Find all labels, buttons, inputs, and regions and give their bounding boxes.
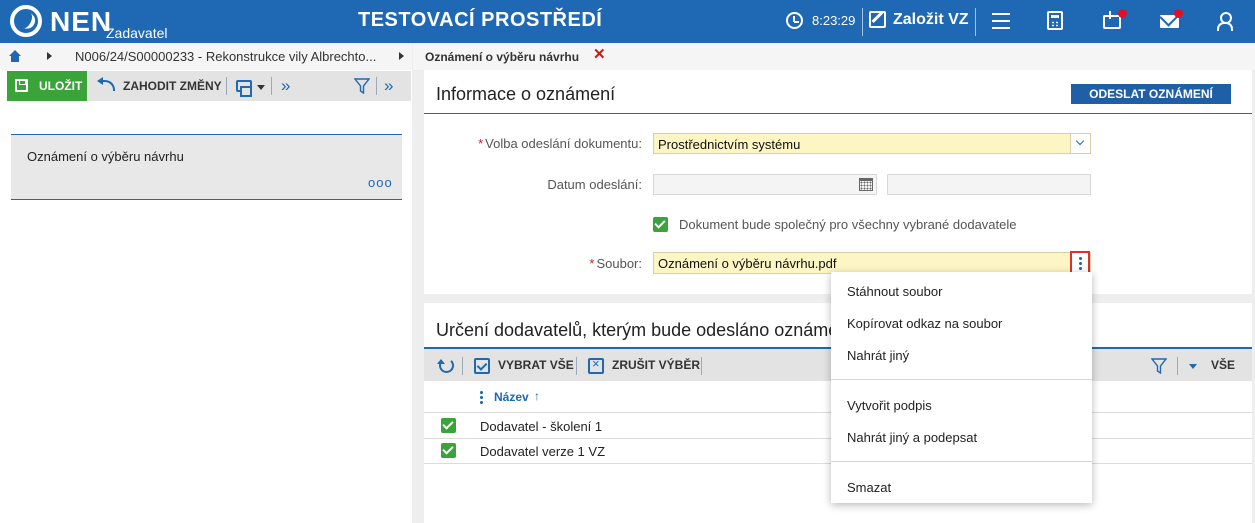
discard-changes-button[interactable]: ZAHODIT ZMĚNY [123, 79, 222, 93]
user-icon[interactable] [1216, 12, 1234, 31]
toolbar-divider [701, 357, 702, 375]
send-time-input[interactable] [887, 174, 1091, 195]
divider [424, 113, 1252, 114]
print-icon[interactable] [236, 80, 252, 97]
send-notification-button[interactable]: ODESLAT OZNÁMENÍ [1071, 84, 1231, 104]
filter-icon[interactable] [1151, 358, 1167, 374]
select-all-icon[interactable] [474, 358, 490, 374]
deselect-icon[interactable] [588, 356, 604, 374]
row-checkbox[interactable] [441, 418, 456, 433]
calendar-icon[interactable] [859, 178, 873, 191]
list-item[interactable]: Oznámení o výběru návrhu ooo [11, 134, 402, 200]
chevron-right-icon [47, 52, 52, 60]
supplier-name: Dodavatel - školení 1 [480, 419, 603, 434]
breadcrumb: N006/24/S00000233 - Rekonstrukce vily Al… [0, 43, 412, 70]
calculator-icon[interactable] [1047, 11, 1063, 30]
menu-divider [831, 379, 1092, 380]
menu-item-copy-file-link[interactable]: Kopírovat odkaz na soubor [847, 316, 1002, 331]
close-icon[interactable]: ✕ [593, 47, 606, 62]
inbox-icon[interactable] [1103, 11, 1121, 29]
refresh-icon[interactable] [437, 358, 454, 373]
filter-icon[interactable] [354, 78, 370, 94]
panel-title: Informace o oznámení [436, 84, 616, 104]
file-input[interactable]: Oznámení o výběru návrhu.pdf [653, 252, 1091, 274]
file-name: Oznámení o výběru návrhu.pdf [658, 256, 837, 271]
tab-bar: Oznámení o výběru návrhu ✕ [413, 43, 1255, 70]
left-panel: N006/24/S00000233 - Rekonstrukce vily Al… [0, 43, 412, 523]
environment-title: TESTOVACÍ PROSTŘEDÍ [358, 9, 603, 31]
more-icon[interactable]: ooo [368, 175, 393, 190]
column-header-name[interactable]: Název [494, 390, 529, 404]
send-method-label: * Volba odeslání dokumentu: [478, 136, 642, 151]
caret-down-icon[interactable] [1189, 364, 1197, 369]
menu-item-delete[interactable]: Smazat [847, 480, 891, 495]
send-method-value: Prostřednictvím systému [658, 137, 801, 152]
toolbar-divider [462, 357, 463, 375]
save-button-label: ULOŽIT [39, 79, 83, 93]
menu-item-upload-another[interactable]: Nahrát jiný [847, 348, 909, 363]
tab-oznameni[interactable]: Oznámení o výběru návrhu [425, 50, 579, 64]
toolbar-divider [226, 77, 227, 95]
supplier-name: Dodavatel verze 1 VZ [480, 444, 606, 459]
row-checkbox[interactable] [441, 443, 456, 458]
file-label: * Soubor: [589, 256, 642, 271]
top-bar: NEN Zadavatel TESTOVACÍ PROSTŘEDÍ 8:23:2… [0, 0, 1255, 43]
double-chevron-right-icon[interactable]: » [281, 77, 290, 94]
send-date-input[interactable] [653, 174, 877, 195]
common-document-label: Dokument bude společný pro všechny vybra… [679, 217, 1017, 232]
list-item-title: Oznámení o výběru návrhu [27, 149, 184, 164]
sort-ascending-icon[interactable]: ↑ [534, 389, 540, 403]
send-date-label: Datum odeslání: [547, 177, 642, 192]
topbar-divider [862, 8, 863, 36]
toolbar-divider [376, 77, 377, 95]
select-all-button[interactable]: VYBRAT VŠE [498, 358, 574, 372]
home-icon[interactable] [8, 50, 21, 62]
create-vz-button[interactable]: Založit VZ [893, 11, 969, 29]
topbar-divider [975, 8, 976, 36]
chevron-down-icon[interactable] [1070, 134, 1090, 153]
view-all-button[interactable]: VŠE [1211, 358, 1235, 372]
toolbar-divider [576, 357, 577, 375]
edit-icon[interactable] [869, 11, 886, 28]
chevron-right-icon[interactable] [399, 52, 404, 60]
session-clock: 8:23:29 [812, 13, 856, 28]
logo-text[interactable]: NEN [50, 6, 112, 38]
column-menu-icon[interactable] [480, 390, 483, 404]
file-context-menu: Stáhnout soubor Kopírovat odkaz na soubo… [831, 272, 1092, 503]
save-icon [15, 79, 28, 92]
send-method-select[interactable]: Prostřednictvím systému [653, 133, 1091, 154]
caret-down-icon[interactable] [257, 85, 265, 90]
double-chevron-right-icon[interactable]: » [384, 77, 393, 94]
info-panel: Informace o oznámení ODESLAT OZNÁMENÍ * V… [424, 70, 1252, 294]
left-toolbar: ULOŽIT ZAHODIT ZMĚNY » » [7, 71, 411, 101]
save-button[interactable]: ULOŽIT [7, 71, 87, 101]
menu-item-download-file[interactable]: Stáhnout soubor [847, 284, 942, 299]
menu-item-upload-and-sign[interactable]: Nahrát jiný a podepsat [847, 430, 977, 445]
nen-logo-icon[interactable] [10, 5, 42, 37]
breadcrumb-path[interactable]: N006/24/S00000233 - Rekonstrukce vily Al… [75, 49, 376, 64]
clock-icon [786, 12, 803, 29]
menu-divider [831, 461, 1092, 462]
menu-icon[interactable] [992, 13, 1010, 29]
undo-icon[interactable] [97, 77, 115, 91]
menu-item-create-signature[interactable]: Vytvořit podpis [847, 398, 932, 413]
inbox-notification-dot [1118, 9, 1127, 18]
common-document-checkbox[interactable] [653, 217, 668, 232]
more-vertical-icon [1079, 256, 1082, 270]
mail-notification-dot [1174, 9, 1183, 18]
toolbar-divider [1177, 357, 1178, 375]
logo-subtitle: Zadavatel [106, 25, 168, 41]
panel-title: Určení dodavatelů, kterým bude odesláno … [436, 320, 854, 340]
toolbar-divider [271, 77, 272, 95]
deselect-button[interactable]: ZRUŠIT VÝBĚR [612, 358, 700, 372]
